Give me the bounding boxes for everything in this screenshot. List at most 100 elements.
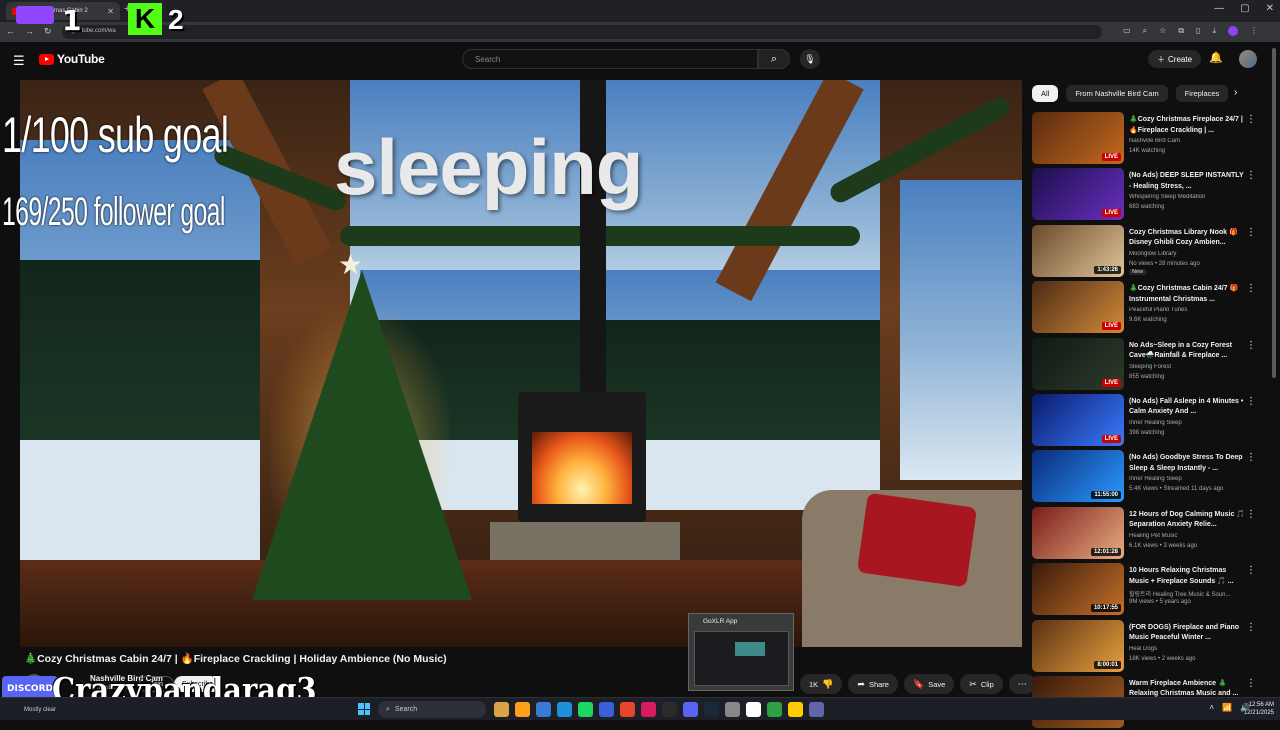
more-options-icon[interactable]: ⋮ [1246,678,1256,689]
search-button[interactable]: ⌕ [758,49,790,69]
recommendation-channel[interactable]: Healing Pet Music [1129,533,1247,539]
taskbar-app-icon[interactable] [536,702,551,717]
menu-dots-icon[interactable]: ⋮ [1250,26,1258,36]
recommendation-title[interactable]: 🎄Cozy Christmas Cabin 24/7 🎁Instrumental… [1129,284,1247,305]
forward-icon[interactable]: → [25,26,34,37]
more-options-icon[interactable]: ⋮ [1246,565,1256,576]
taskbar-app-icon[interactable] [578,702,593,717]
reload-icon[interactable]: ↻ [44,26,52,37]
create-button[interactable]: ＋ Create [1148,50,1202,68]
taskbar-app-icon[interactable] [725,702,740,717]
weather-text[interactable]: Mostly clear [24,707,56,713]
recommendation-item[interactable]: LIVE 🎄Cozy Christmas Cabin 24/7 🎁Instrume… [1032,279,1262,335]
recommendation-title[interactable]: (No Ads) DEEP SLEEP INSTANTLY - Healing … [1129,171,1247,192]
more-options-icon[interactable]: ⋮ [1246,340,1256,351]
recommendation-item[interactable]: 12:01:28 12 Hours of Dog Calming Music 🎵 … [1032,505,1262,561]
share-button[interactable]: ➦ Share [848,674,898,694]
bookmark-star-icon[interactable]: ☆ [1159,26,1166,36]
profile-icon[interactable] [1228,26,1238,36]
taskbar-app-icon[interactable] [788,702,803,717]
taskbar-app-icon[interactable] [641,702,656,717]
taskbar-app-icon[interactable] [599,702,614,717]
taskbar-app-icon[interactable] [662,702,677,717]
taskbar-app-icon[interactable] [494,702,509,717]
sidebar-icon[interactable]: ▯ [1196,26,1200,36]
recommendation-channel[interactable]: Inner Healing Sleep [1129,476,1247,482]
url-field[interactable]: youtube.com/wa [62,25,1102,39]
more-options-icon[interactable]: ⋮ [1246,452,1256,463]
recommendation-title[interactable]: 🎄Cozy Christmas Fireplace 24/7 | 🔥Firepl… [1129,115,1247,136]
recommendation-channel[interactable]: Whispering Sleep Meditation [1129,194,1247,200]
save-button[interactable]: 🔖 Save [903,674,955,694]
recommendation-item[interactable]: 10:17:55 10 Hours Relaxing Christmas Musi… [1032,561,1262,617]
cast-icon[interactable]: ▭ [1123,26,1131,36]
wifi-icon[interactable]: 📶 [1222,703,1232,712]
recommendation-item[interactable]: 1:43:26 Cozy Christmas Library Nook 🎁Disn… [1032,223,1262,279]
video-thumbnail[interactable]: LIVE [1032,393,1124,446]
account-avatar[interactable] [1239,50,1257,68]
chip-from-channel[interactable]: From Nashville Bird Cam [1066,85,1168,102]
notifications-bell-icon[interactable]: 🔔 [1209,51,1223,64]
taskbar-search[interactable]: ⌕ Search [378,701,486,718]
dislike-icon[interactable]: 👎 [822,679,833,690]
more-options-icon[interactable]: ⋮ [1246,396,1256,407]
chips-next-icon[interactable]: › [1234,87,1237,98]
back-icon[interactable]: ← [6,26,15,37]
recommendation-channel[interactable]: Heal Dogs [1129,646,1247,652]
recommendation-item[interactable]: LIVE (No Ads) DEEP SLEEP INSTANTLY - Heal… [1032,166,1262,222]
goxlr-window-preview[interactable]: GoXLR App [688,613,794,691]
maximize-button[interactable]: ▢ [1240,3,1249,14]
clock[interactable]: 12:56 AM 12/21/2025 [1244,701,1274,717]
recommendation-item[interactable]: LIVE (No Ads) Fall Asleep in 4 Minutes • … [1032,392,1262,448]
more-options-icon[interactable]: ⋮ [1246,170,1256,181]
video-thumbnail[interactable]: LIVE [1032,281,1124,334]
video-thumbnail[interactable]: LIVE [1032,337,1124,390]
video-thumbnail[interactable]: 11:55:00 [1032,450,1124,503]
taskbar-app-icon[interactable] [704,702,719,717]
recommendation-title[interactable]: 10 Hours Relaxing Christmas Music + Fire… [1129,566,1247,587]
video-thumbnail[interactable]: 8:00:01 [1032,619,1124,672]
zoom-icon[interactable]: ⌕ [1143,26,1147,36]
taskbar-app-icon[interactable] [620,702,635,717]
video-thumbnail[interactable]: 12:01:28 [1032,506,1124,559]
video-thumbnail[interactable]: 1:43:26 [1032,224,1124,277]
chip-fireplaces[interactable]: Fireplaces [1175,85,1229,102]
recommendation-title[interactable]: (No Ads) Fall Asleep in 4 Minutes • Calm… [1129,397,1247,418]
recommendation-title[interactable]: No Ads~Sleep in a Cozy Forest Cave🌧️Rain… [1129,341,1247,362]
video-thumbnail[interactable]: LIVE [1032,112,1124,164]
recommendation-channel[interactable]: Inner Healing Sleep [1129,420,1247,426]
video-thumbnail[interactable]: LIVE [1032,168,1124,221]
extensions-icon[interactable]: ⧉ [1178,26,1184,36]
tray-chevron-icon[interactable]: ˄ [1209,703,1214,712]
recommendation-title[interactable]: (FOR DOGS) Fireplace and Piano Music Pea… [1129,623,1247,644]
recommendation-channel[interactable]: Sleeping Forest [1129,364,1247,370]
search-input[interactable]: Search [462,49,758,69]
like-dislike-button[interactable]: 1K 👎 [800,674,843,694]
recommendation-title[interactable]: 12 Hours of Dog Calming Music 🎵 Separati… [1129,510,1247,531]
taskbar-app-icon[interactable] [515,702,530,717]
more-options-icon[interactable]: ⋮ [1246,227,1256,238]
windows-start-icon[interactable] [358,703,370,715]
recommendation-item[interactable]: 8:00:01 (FOR DOGS) Fireplace and Piano Mu… [1032,618,1262,674]
clip-button[interactable]: ✂ Clip [960,674,1003,694]
recommendation-item[interactable]: LIVE 🎄Cozy Christmas Fireplace 24/7 | 🔥Fi… [1032,110,1262,166]
minimize-button[interactable]: — [1214,3,1224,14]
recommendation-item[interactable]: 11:55:00 (No Ads) Goodbye Stress To Deep … [1032,448,1262,504]
recommendation-title[interactable]: (No Ads) Goodbye Stress To Deep Sleep & … [1129,453,1247,474]
close-window-button[interactable]: ✕ [1266,3,1274,14]
close-tab-icon[interactable]: ✕ [107,7,114,16]
video-thumbnail[interactable]: 10:17:55 [1032,563,1124,616]
more-options-icon[interactable]: ⋮ [1246,509,1256,520]
taskbar-app-icon[interactable] [557,702,572,717]
recommendation-channel[interactable]: Nashville Bird Cam [1129,138,1247,144]
more-options-icon[interactable]: ⋮ [1246,114,1256,125]
chip-all[interactable]: All [1032,85,1059,102]
recommendation-item[interactable]: LIVE No Ads~Sleep in a Cozy Forest Cave🌧️… [1032,336,1262,392]
download-icon[interactable]: ⤓ [1212,26,1216,36]
recommendation-channel[interactable]: Moonglow Library [1129,251,1247,257]
taskbar-app-icon[interactable] [767,702,782,717]
more-options-icon[interactable]: ⋮ [1246,283,1256,294]
hamburger-menu-icon[interactable]: ☰ [13,53,25,69]
recommendation-title[interactable]: Cozy Christmas Library Nook 🎁Disney Ghib… [1129,228,1247,249]
recommendation-channel[interactable]: Peaceful Piano Tunes [1129,307,1247,313]
